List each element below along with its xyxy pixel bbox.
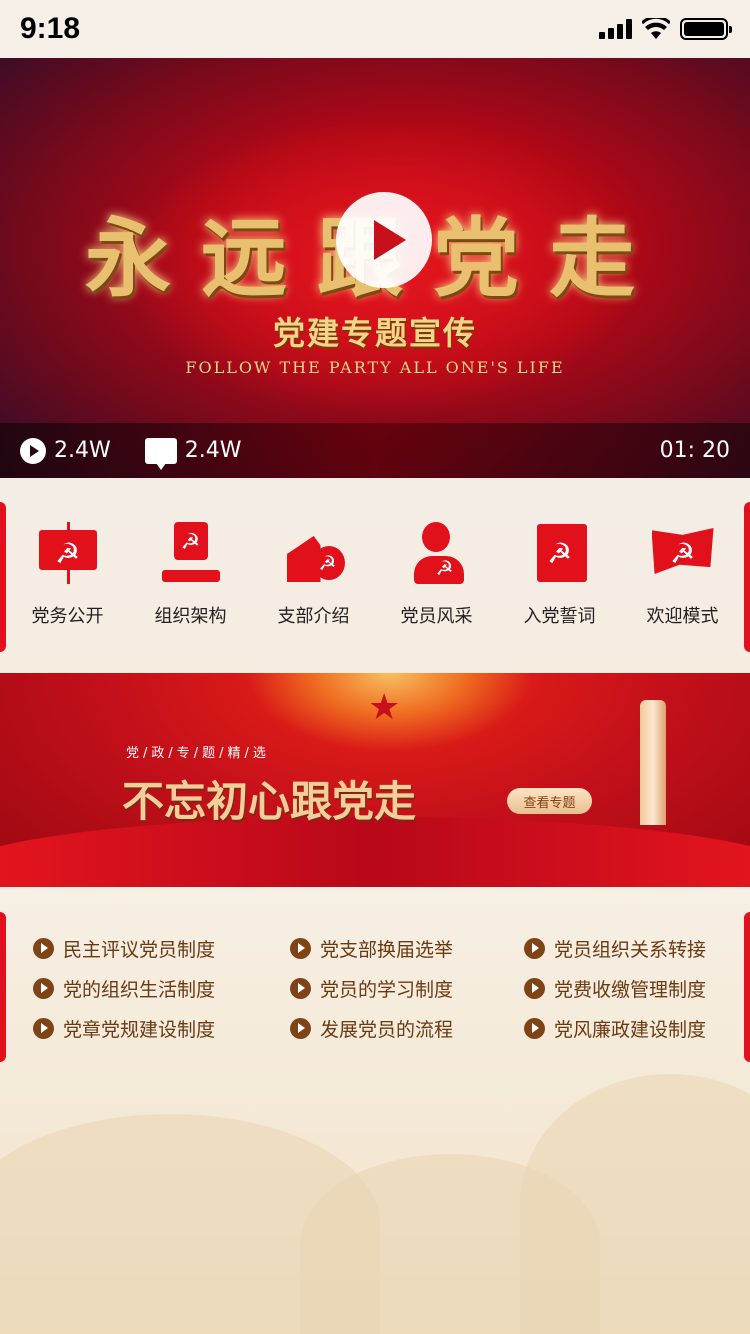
- menu-item-welcome-mode[interactable]: ☭ 欢迎模式: [627, 522, 739, 628]
- right-accent: [744, 912, 750, 1062]
- regulation-link[interactable]: 发展党员的流程: [290, 1015, 453, 1042]
- menu-label: 组织架构: [154, 606, 227, 627]
- regulation-label: 党员组织关系转接: [554, 939, 707, 961]
- member-icon: ☭: [406, 522, 468, 584]
- view-topic-button[interactable]: 查看专题: [507, 788, 592, 814]
- video-subtitle: 党建专题宣传: [272, 314, 477, 352]
- play-bullet-icon: [524, 978, 545, 999]
- flag-icon: ☭: [651, 522, 714, 584]
- play-bullet-icon: [33, 978, 54, 999]
- left-accent: [0, 912, 6, 1062]
- play-count-icon: [20, 437, 46, 464]
- menu-section: ☭ 党务公开 ☭ 组织架构 ☭ 支部介绍 ☭ 党员风采 ☭ 入党誓词 ☭ 欢迎模…: [0, 478, 750, 673]
- regulation-link[interactable]: 党员组织关系转接: [524, 935, 706, 962]
- menu-item-oath[interactable]: ☭ 入党誓词: [504, 522, 616, 628]
- play-button[interactable]: [336, 192, 432, 288]
- menu-label: 党员风采: [400, 606, 473, 627]
- status-time: 9:18: [20, 12, 81, 45]
- menu-label: 入党誓词: [523, 606, 596, 627]
- org-chart-icon: ☭: [160, 522, 222, 584]
- regulation-link[interactable]: 民主评议党员制度: [33, 935, 215, 962]
- regulation-label: 党风廉政建设制度: [554, 1019, 707, 1041]
- regulation-label: 党费收缴管理制度: [554, 979, 707, 1001]
- comment-icon: [144, 437, 177, 470]
- battery-icon: [680, 18, 732, 40]
- menu-label: 党务公开: [31, 606, 104, 627]
- video-english: FOLLOW THE PARTY ALL ONE'S LIFE: [185, 358, 565, 377]
- regulation-label: 发展党员的流程: [320, 1019, 454, 1041]
- comment-count: 2.4W: [184, 438, 242, 463]
- video-player[interactable]: 永远跟党走 党建专题宣传 FOLLOW THE PARTY ALL ONE'S …: [0, 58, 750, 478]
- regulation-label: 党的组织生活制度: [63, 979, 216, 1001]
- regulation-link[interactable]: 党的组织生活制度: [33, 975, 215, 1002]
- regulations-section: 民主评议党员制度 党支部换届选举 党员组织关系转接党的组织生活制度 党员的学习制度 党费…: [0, 887, 750, 1334]
- status-bar: 9:18: [0, 0, 750, 58]
- regulation-label: 党章党规建设制度: [63, 1019, 216, 1041]
- play-bullet-icon: [33, 1018, 54, 1039]
- banner-tagline: 党/政/专/题/精/选: [126, 746, 270, 761]
- menu-item-member-style[interactable]: ☭ 党员风采: [381, 522, 493, 628]
- wifi-icon: [642, 18, 670, 39]
- regulation-link[interactable]: 党员的学习制度: [290, 975, 453, 1002]
- banner-title: 不忘初心跟党走: [122, 777, 417, 826]
- regulation-link[interactable]: 党费收缴管理制度: [524, 975, 706, 1002]
- video-duration: 01: 20: [659, 438, 730, 463]
- regulation-link[interactable]: 党支部换届选举: [290, 935, 453, 962]
- play-bullet-icon: [524, 938, 545, 959]
- video-stats-bar: 2.4W 2.4W 01: 20: [0, 423, 750, 478]
- huabiao-pillar: [640, 700, 666, 825]
- play-count: 2.4W: [54, 438, 111, 463]
- regulation-label: 民主评议党员制度: [63, 939, 216, 961]
- menu-item-branch-intro[interactable]: ☭ 支部介绍: [258, 522, 370, 628]
- play-bullet-icon: [524, 1018, 545, 1039]
- menu-item-party-affairs[interactable]: ☭ 党务公开: [12, 522, 124, 628]
- easel-icon: ☭: [37, 522, 99, 584]
- regulation-link[interactable]: 党风廉政建设制度: [524, 1015, 706, 1042]
- play-bullet-icon: [33, 938, 54, 959]
- menu-label: 支部介绍: [277, 606, 350, 627]
- regulation-label: 党支部换届选举: [320, 939, 454, 961]
- regulation-label: 党员的学习制度: [320, 979, 454, 1001]
- book-icon: ☭: [529, 522, 591, 584]
- building-icon: ☭: [283, 522, 345, 584]
- menu-label: 欢迎模式: [646, 606, 719, 627]
- signal-icon: [599, 19, 632, 39]
- menu-item-org-structure[interactable]: ☭ 组织架构: [135, 522, 247, 628]
- play-bullet-icon: [290, 978, 311, 999]
- regulation-link[interactable]: 党章党规建设制度: [33, 1015, 215, 1042]
- star-icon: ★: [368, 687, 401, 728]
- play-bullet-icon: [290, 938, 311, 959]
- play-bullet-icon: [290, 1018, 311, 1039]
